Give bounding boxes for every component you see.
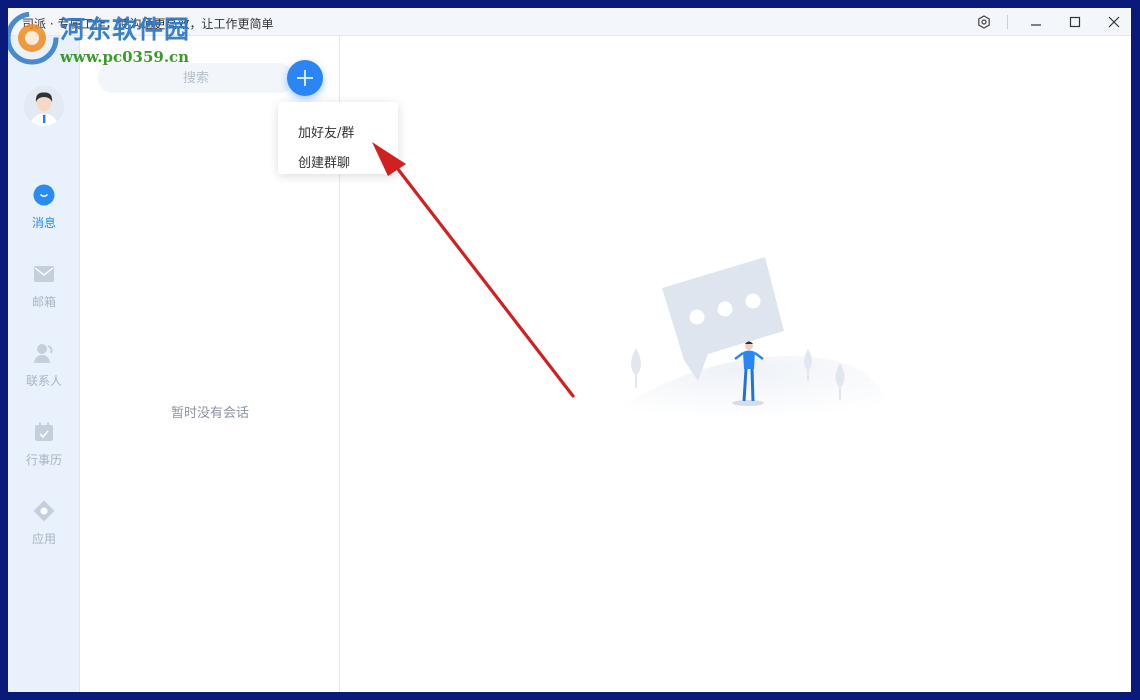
sidebar-nav: 消息 邮箱 联系人 行事历 应用 [8,36,80,692]
user-avatar-icon [24,86,64,126]
nav-item-messages[interactable]: 消息 [8,184,80,244]
empty-conversations-text: 暂时没有会话 [170,406,249,421]
close-button[interactable] [1102,11,1126,33]
add-button[interactable] [287,60,323,96]
settings-icon [978,15,990,29]
settings-button[interactable] [972,11,996,33]
plus-icon [297,70,313,86]
title-bar: 司派 · 专属工作，使沟通更高效，让工作更简单 [8,8,1131,36]
maximize-icon [1069,16,1081,28]
nav-label-messages: 消息 [31,216,56,230]
nav-item-contacts[interactable]: 联系人 [8,342,80,402]
minimize-icon [1031,24,1041,26]
nav-item-mail[interactable]: 邮箱 [8,263,80,323]
main-content [340,36,1131,692]
nav-label-apps: 应用 [31,532,56,546]
close-icon [1108,16,1120,28]
mail-icon [34,266,54,282]
minimize-button[interactable] [1024,11,1048,33]
nav-item-calendar[interactable]: 行事历 [8,421,80,481]
menu-item-add-friend-group[interactable]: 加好友/群 [298,122,354,141]
app-window: 司派 · 专属工作，使沟通更高效，让工作更简单 消息 邮箱 联系人 行事历 应用… [8,8,1131,692]
nav-item-apps[interactable]: 应用 [8,500,80,560]
window-title: 司派 · 专属工作，使沟通更高效，让工作更简单 [22,17,274,31]
calendar-icon [35,422,53,441]
apps-icon [33,500,55,522]
chat-bubble-icon [33,184,55,206]
title-bar-divider [1007,15,1008,29]
avatar[interactable] [24,86,64,126]
maximize-button[interactable] [1063,11,1087,33]
empty-state-illustration [590,257,890,426]
contacts-icon [34,344,53,363]
search-input[interactable] [98,63,294,93]
nav-label-mail: 邮箱 [31,295,56,309]
menu-item-create-group-chat[interactable]: 创建群聊 [298,152,350,171]
add-menu-dropdown: 加好友/群 创建群聊 [278,102,398,174]
nav-label-contacts: 联系人 [25,374,62,388]
nav-label-calendar: 行事历 [25,453,62,467]
